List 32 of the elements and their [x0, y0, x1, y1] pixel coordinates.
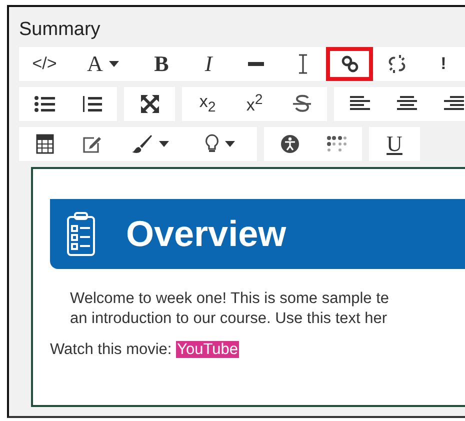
dash-icon — [248, 62, 264, 66]
lightbulb-icon — [205, 134, 219, 154]
intro-text: an introduction to our course. Use this text her — [70, 309, 388, 329]
underline-button[interactable]: U — [371, 127, 418, 161]
accessibility-icon — [280, 134, 300, 154]
edit-icon — [82, 135, 102, 153]
align-left-icon — [350, 95, 370, 113]
intro-text: Welcome to week one! This is some sample te — [70, 289, 390, 309]
editor-area[interactable]: Overview Welcome to week one! This is some sample te an introduction to our course. Use this text her Watch this movie: YouTube — [31, 167, 465, 407]
expand-arrows-icon — [140, 94, 160, 114]
link-button[interactable] — [326, 47, 373, 81]
font-button[interactable]: A — [68, 47, 138, 81]
link-icon — [340, 54, 360, 74]
table-icon — [36, 134, 54, 154]
editor-label: Summary — [19, 19, 102, 42]
align-right-icon — [444, 95, 464, 113]
youtube-link[interactable]: YouTube — [176, 341, 239, 358]
clipboard-icon — [66, 211, 96, 257]
dot-grid-icon — [326, 135, 348, 153]
italic-button[interactable]: I — [185, 47, 232, 81]
align-center-icon — [396, 95, 416, 113]
numbered-list-icon — [80, 95, 102, 113]
paintbrush-icon — [131, 134, 153, 154]
important-button[interactable]: ! — [420, 47, 465, 81]
bullet-list-icon — [34, 95, 56, 113]
banner-title: Overview — [126, 213, 286, 255]
watch-label: Watch this movie: — [50, 341, 173, 358]
code-button[interactable]: </> — [21, 47, 68, 81]
superscript-button[interactable]: x$^{2}$ — [231, 87, 278, 121]
bold-button[interactable]: B — [138, 47, 185, 81]
subscript-button[interactable]: x$_{2}$ — [184, 87, 231, 121]
strikethrough-icon — [292, 93, 310, 115]
